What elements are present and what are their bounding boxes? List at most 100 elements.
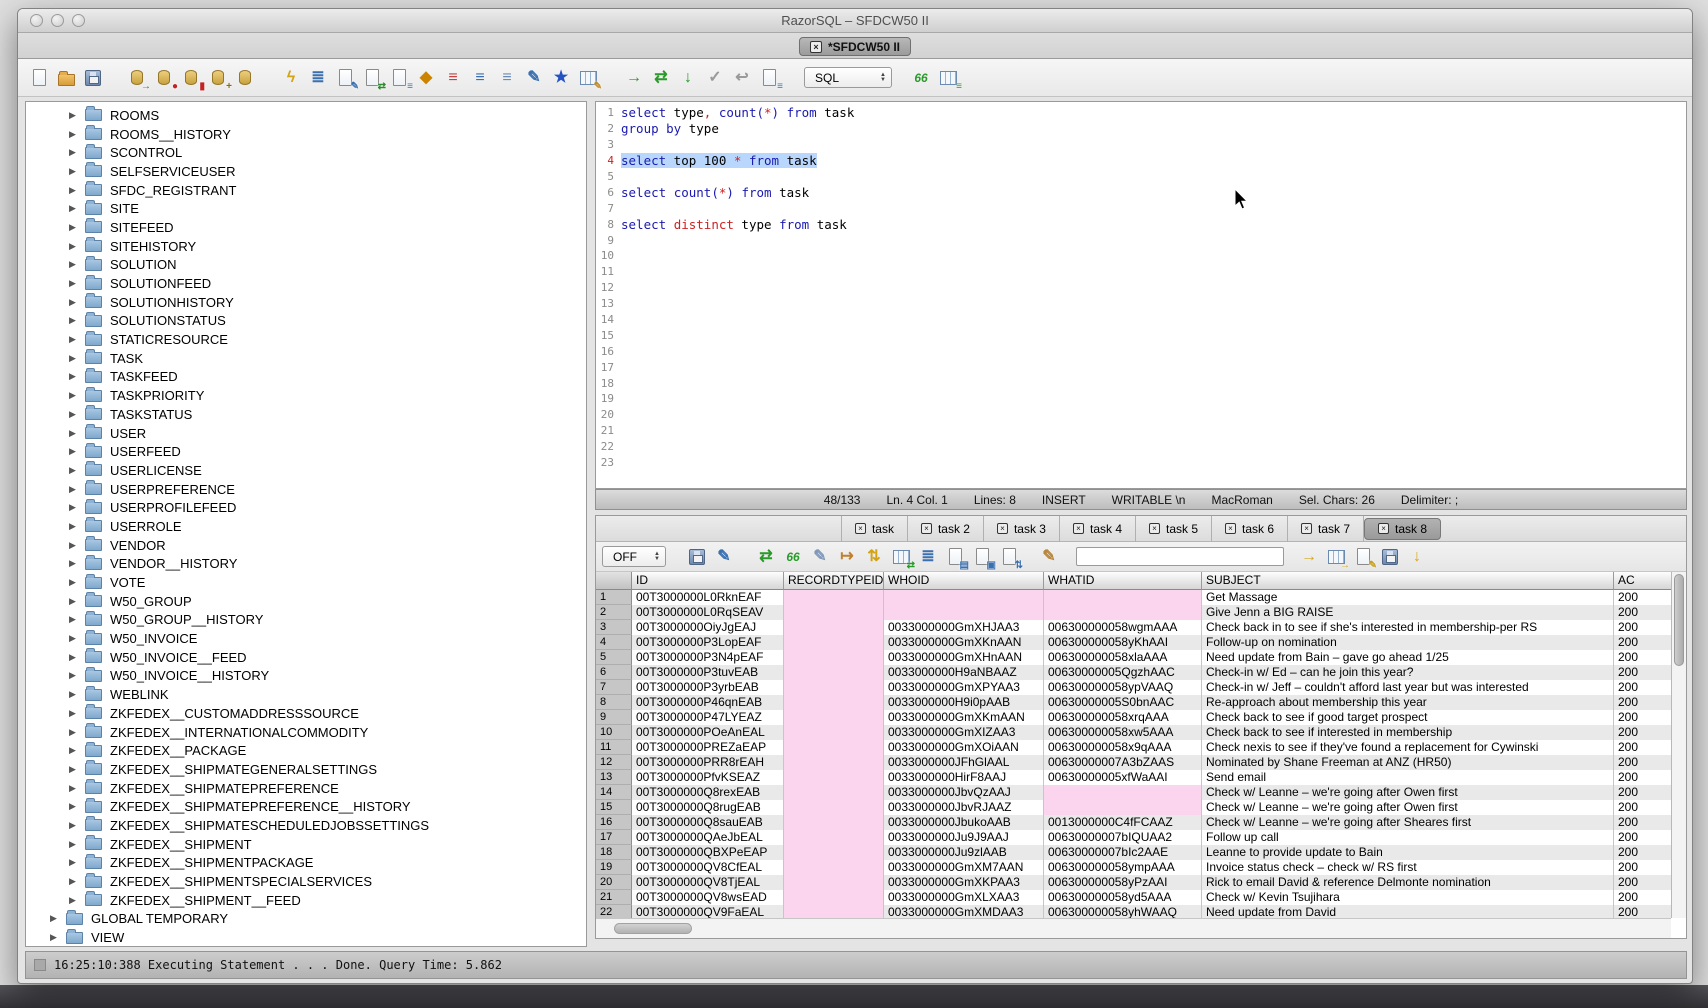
row-number[interactable]: 1 [596, 590, 632, 605]
title-bar[interactable]: RazorSQL – SFDCW50 II [18, 9, 1692, 33]
table-cell[interactable]: Send email [1202, 770, 1614, 785]
editor-line-6[interactable]: 6select count(*) from task [596, 184, 1686, 200]
table-cell[interactable]: 0033000000GmXPYAA3 [884, 680, 1044, 695]
disclosure-triangle-icon[interactable]: ▶ [69, 428, 79, 439]
table-cell[interactable]: 0033000000GmXKPAA3 [884, 875, 1044, 890]
disclosure-triangle-icon[interactable]: ▶ [69, 502, 79, 513]
sidebar-item-solutionfeed[interactable]: ▶SOLUTIONFEED [26, 274, 586, 293]
table-cell[interactable]: Check-in w/ Ed – can he join this year? [1202, 665, 1614, 680]
tab-close-icon[interactable]: × [1149, 523, 1160, 534]
add-connection-button[interactable]: + [207, 67, 229, 89]
sidebar-item-vote[interactable]: ▶VOTE [26, 573, 586, 592]
new-file-button[interactable] [28, 67, 50, 89]
highlight-brush-button[interactable]: ✎ [1038, 546, 1060, 568]
disclosure-triangle-icon[interactable]: ▶ [69, 727, 79, 738]
sidebar-item-sitehistory[interactable]: ▶SITEHISTORY [26, 237, 586, 256]
document-tab[interactable]: × *SFDCW50 II [799, 37, 911, 56]
row-number[interactable]: 13 [596, 770, 632, 785]
table-cell[interactable]: 00T3000000OiyJgEAJ [632, 620, 784, 635]
sort-rows-button[interactable]: ⇅ [863, 546, 885, 568]
table-row[interactable]: 1700T3000000QAeJbEAL0033000000Ju9J9AAJ00… [596, 830, 1671, 845]
table-cell[interactable] [784, 635, 884, 650]
find-next-button[interactable]: → [1298, 546, 1320, 568]
table-cell[interactable] [1044, 605, 1202, 620]
sidebar-item-solutionhistory[interactable]: ▶SOLUTIONHISTORY [26, 293, 586, 312]
row-number[interactable]: 17 [596, 830, 632, 845]
table-cell[interactable]: 200 [1614, 770, 1671, 785]
table-cell[interactable]: 006300000058ympAAA [1044, 860, 1202, 875]
table-cell[interactable]: Check w/ Leanne – we're going after Owen… [1202, 800, 1614, 815]
table-cell[interactable] [1044, 590, 1202, 605]
disclosure-triangle-icon[interactable]: ▶ [69, 839, 79, 850]
disclosure-triangle-icon[interactable]: ▶ [69, 652, 79, 663]
disclosure-triangle-icon[interactable]: ▶ [69, 315, 79, 326]
sidebar-item-selfserviceuser[interactable]: ▶SELFSERVICEUSER [26, 162, 586, 181]
editor-line-9[interactable]: 9 [596, 232, 1686, 248]
result-tab-task[interactable]: ×task [841, 516, 908, 542]
tab-close-icon[interactable]: × [997, 523, 1008, 534]
vertical-scrollbar[interactable] [1671, 572, 1686, 918]
table-cell[interactable] [784, 845, 884, 860]
vertical-scrollbar-thumb[interactable] [1674, 574, 1684, 666]
disclosure-triangle-icon[interactable]: ▶ [69, 783, 79, 794]
editor-line-2[interactable]: 2group by type [596, 121, 1686, 137]
table-cell[interactable]: 00T3000000QV9FaEAL [632, 905, 784, 918]
sidebar-item-scontrol[interactable]: ▶SCONTROL [26, 143, 586, 162]
table-cell[interactable] [784, 605, 884, 620]
describe-quotes-button[interactable]: 66 [910, 67, 932, 89]
table-row[interactable]: 1000T3000000POeAnEAL0033000000GmXIZAA300… [596, 725, 1671, 740]
table-cell[interactable]: 0033000000GmXMDAA3 [884, 905, 1044, 918]
sidebar-item-w50-invoice-feed[interactable]: ▶W50_INVOICE__FEED [26, 648, 586, 667]
result-tab-task-8[interactable]: ×task 8 [1364, 518, 1441, 540]
sort-lines-button[interactable]: ≡ [469, 67, 491, 89]
result-tab-task-4[interactable]: ×task 4 [1060, 516, 1136, 542]
table-cell[interactable]: 200 [1614, 710, 1671, 725]
table-cell[interactable] [884, 590, 1044, 605]
table-cell[interactable]: 0033000000JbukoAAB [884, 815, 1044, 830]
sidebar-item-task[interactable]: ▶TASK [26, 349, 586, 368]
table-cell[interactable]: 0033000000Ju9zlAAB [884, 845, 1044, 860]
sidebar-item-sitefeed[interactable]: ▶SITEFEED [26, 218, 586, 237]
table-cell[interactable] [784, 890, 884, 905]
sidebar-item-zkfedex-shipmatepreference-history[interactable]: ▶ZKFEDEX__SHIPMATEPREFERENCE__HISTORY [26, 797, 586, 816]
table-cell[interactable] [784, 755, 884, 770]
database-button[interactable] [234, 67, 256, 89]
table-cell[interactable] [784, 680, 884, 695]
table-row[interactable]: 2200T3000000QV9FaEAL0033000000GmXMDAA300… [596, 905, 1671, 918]
table-cell[interactable]: 006300000058wgmAAA [1044, 620, 1202, 635]
table-cell[interactable]: 200 [1614, 665, 1671, 680]
row-number[interactable]: 16 [596, 815, 632, 830]
table-cell[interactable]: 00T3000000QAeJbEAL [632, 830, 784, 845]
sidebar-item-solution[interactable]: ▶SOLUTION [26, 256, 586, 275]
table-cell[interactable]: 00630000005QgzhAAC [1044, 665, 1202, 680]
sidebar-item-view[interactable]: ▶VIEW [26, 928, 586, 947]
table-cell[interactable]: 00T3000000PRR8rEAH [632, 755, 784, 770]
editor-line-18[interactable]: 18 [596, 375, 1686, 391]
editor-line-20[interactable]: 20 [596, 407, 1686, 423]
table-cell[interactable]: 200 [1614, 875, 1671, 890]
row-number[interactable]: 21 [596, 890, 632, 905]
table-cell[interactable]: Get Massage [1202, 590, 1614, 605]
table-cell[interactable]: 006300000058x9qAAA [1044, 740, 1202, 755]
tab-close-icon[interactable]: × [1301, 523, 1312, 534]
disclosure-triangle-icon[interactable]: ▶ [50, 932, 60, 943]
sidebar-item-sfdc-registrant[interactable]: ▶SFDC_REGISTRANT [26, 181, 586, 200]
edit-cell-button[interactable]: ✎ [809, 546, 831, 568]
table-cell[interactable]: 0033000000HirF8AAJ [884, 770, 1044, 785]
column-header-subject[interactable]: SUBJECT [1202, 572, 1614, 590]
disclosure-triangle-icon[interactable]: ▶ [69, 334, 79, 345]
table-cell[interactable]: 200 [1614, 785, 1671, 800]
disclosure-triangle-icon[interactable]: ▶ [69, 558, 79, 569]
table-cell[interactable]: 0013000000C4fFCAAZ [1044, 815, 1202, 830]
table-cell[interactable]: Rick to email David & reference Delmonte… [1202, 875, 1614, 890]
table-cell[interactable]: 00T3000000PREZaEAP [632, 740, 784, 755]
table-cell[interactable]: 00630000007bIQUAA2 [1044, 830, 1202, 845]
disconnect-database-button[interactable]: ● [153, 67, 175, 89]
table-cell[interactable] [784, 875, 884, 890]
column-header-recordtypeid[interactable]: RECORDTYPEID [784, 572, 884, 590]
row-number[interactable]: 3 [596, 620, 632, 635]
editor-line-14[interactable]: 14 [596, 312, 1686, 328]
sidebar-item-userrole[interactable]: ▶USERROLE [26, 517, 586, 536]
sidebar-item-site[interactable]: ▶SITE [26, 199, 586, 218]
table-cell[interactable]: 0033000000JbvQzAAJ [884, 785, 1044, 800]
